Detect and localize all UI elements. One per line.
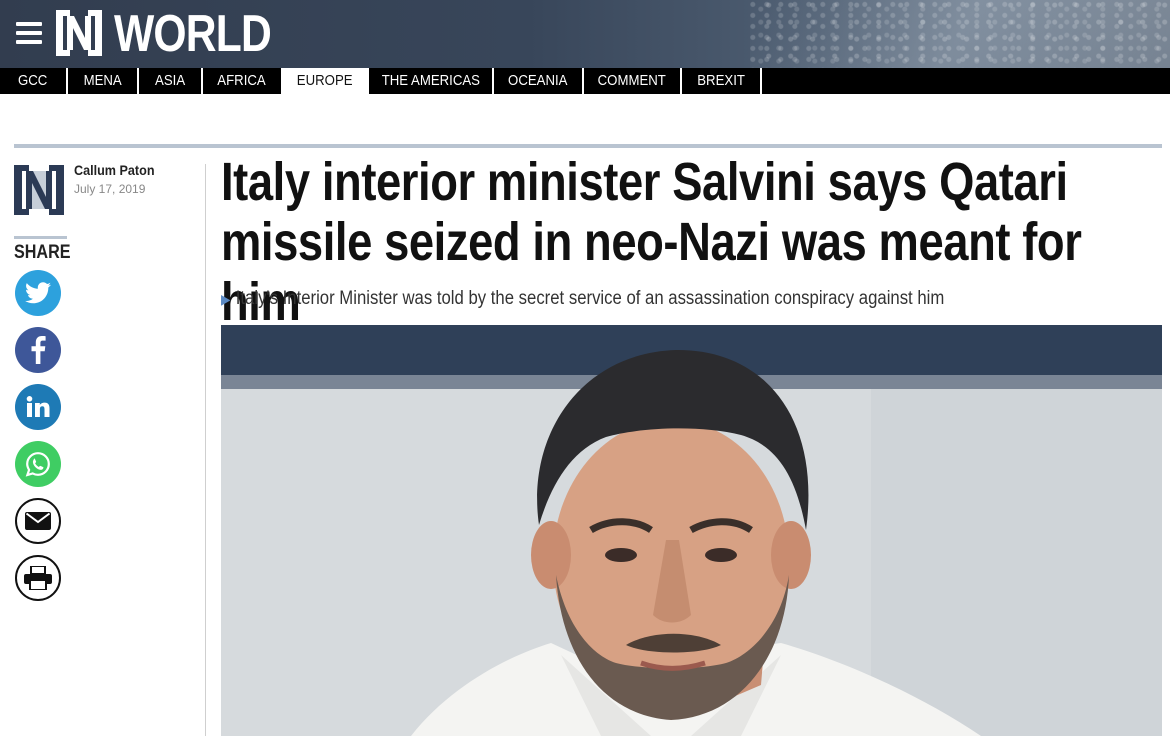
header-banner: WORLD [0, 0, 1170, 68]
standfirst-text: Italy's Interior Minister was told by th… [235, 288, 945, 309]
salvini-portrait-image [221, 325, 1162, 736]
facebook-share-button[interactable] [15, 327, 61, 373]
publish-date: July 17, 2019 [74, 182, 146, 196]
share-label: SHARE [14, 242, 71, 263]
nav-item-brexit[interactable]: BREXIT [682, 68, 762, 94]
author-logo-icon [14, 165, 64, 215]
nav-item-asia[interactable]: ASIA [139, 68, 203, 94]
content-divider [14, 144, 1162, 148]
triangle-bullet-icon: ▶ [221, 291, 231, 307]
nav-item-africa[interactable]: AFRICA [203, 68, 283, 94]
article-standfirst: ▶ Italy's Interior Minister was told by t… [221, 288, 944, 310]
hero-image[interactable] [221, 325, 1162, 736]
linkedin-share-button[interactable] [15, 384, 61, 430]
share-divider [14, 236, 67, 239]
nav-item-europe[interactable]: EUROPE [283, 68, 369, 94]
nav-item-gcc[interactable]: GCC [0, 68, 68, 94]
nav-item-the-americas[interactable]: THE AMERICAS [369, 68, 494, 94]
whatsapp-share-button[interactable] [15, 441, 61, 487]
linkedin-icon [26, 396, 50, 417]
hamburger-menu-icon[interactable] [16, 22, 42, 44]
the-national-logo-icon[interactable] [56, 10, 102, 56]
banner-texture [750, 0, 1170, 68]
author-name[interactable]: Callum Paton [74, 162, 155, 178]
sidebar-divider [205, 164, 206, 736]
email-icon [25, 512, 51, 530]
section-nav: GCC MENA ASIA AFRICA EUROPE THE AMERICAS… [0, 68, 1170, 94]
nav-item-oceania[interactable]: OCEANIA [494, 68, 584, 94]
twitter-share-button[interactable] [15, 270, 61, 316]
facebook-icon [31, 336, 46, 364]
email-share-button[interactable] [15, 498, 61, 544]
section-title[interactable]: WORLD [114, 4, 272, 64]
twitter-icon [25, 282, 51, 304]
print-icon [24, 566, 52, 590]
print-button[interactable] [15, 555, 61, 601]
whatsapp-icon [25, 452, 50, 477]
nav-item-comment[interactable]: COMMENT [584, 68, 682, 94]
nav-item-mena[interactable]: MENA [68, 68, 139, 94]
